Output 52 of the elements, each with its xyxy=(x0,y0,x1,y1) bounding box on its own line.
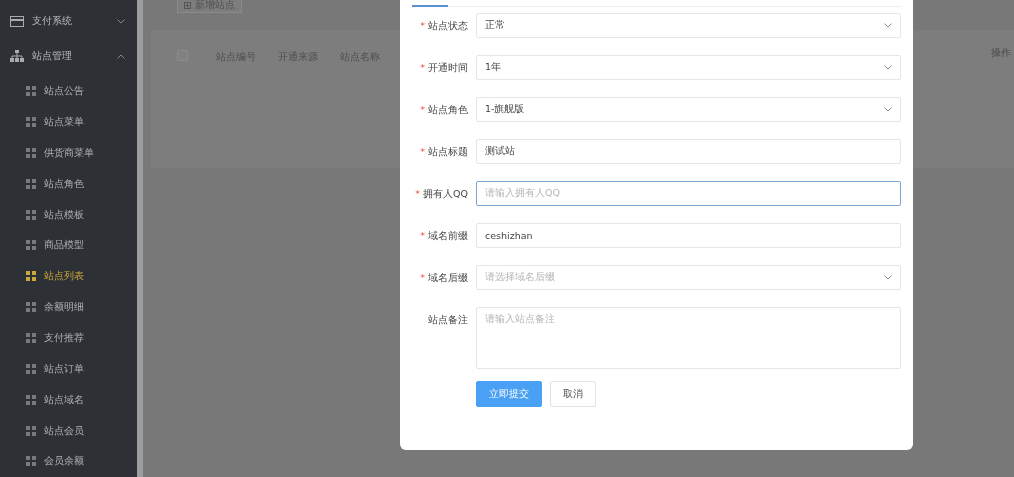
field-label: * 拥有人QQ xyxy=(414,187,469,201)
input-field[interactable]: ceshizhan xyxy=(476,223,901,248)
chevron-down-icon xyxy=(884,107,892,112)
chevron-up-icon xyxy=(117,53,125,59)
grid-icon xyxy=(26,363,36,374)
chevron-down-icon xyxy=(884,275,892,280)
field-label: * 域名后缀 xyxy=(419,271,469,285)
menu-item[interactable]: 站点列表 xyxy=(0,260,137,292)
menu-item[interactable]: 商品模型 xyxy=(0,230,137,261)
field-label: * 域名前缀 xyxy=(419,229,469,243)
grid-icon xyxy=(26,425,36,436)
field-label: * 站点标题 xyxy=(419,145,469,159)
input-field[interactable]: 测试站 xyxy=(476,139,901,164)
menu-item[interactable]: 站点菜单 xyxy=(0,106,137,138)
grid-icon xyxy=(26,302,36,313)
menu-item[interactable]: 站点角色 xyxy=(0,168,137,200)
grid-icon xyxy=(26,86,36,97)
menu-item[interactable]: 支付推荐 xyxy=(0,322,137,354)
grid-icon xyxy=(26,240,36,251)
chevron-down-icon xyxy=(884,65,892,70)
plus-square-icon xyxy=(184,1,191,9)
chevron-down-icon xyxy=(117,18,125,24)
menu-item[interactable]: 站点公告 xyxy=(0,75,137,107)
card-icon xyxy=(10,15,24,27)
grid-icon xyxy=(26,333,36,343)
grid-icon xyxy=(26,271,36,282)
menu-item[interactable]: 站点订单 xyxy=(0,353,137,385)
menu-item[interactable]: 余额明细 xyxy=(0,291,137,323)
select-field[interactable]: 1-旗舰版 xyxy=(476,97,901,122)
field-label: * 站点角色 xyxy=(419,103,469,117)
sitemap-icon xyxy=(10,50,24,63)
tab-indicator xyxy=(412,5,448,7)
grid-icon xyxy=(26,394,36,405)
menu-item[interactable]: 站点会员 xyxy=(0,415,137,447)
grid-icon xyxy=(26,456,36,467)
menu-item[interactable]: 供货商菜单 xyxy=(0,137,137,169)
menu-item[interactable]: 站点域名 xyxy=(0,384,137,416)
grid-icon xyxy=(26,209,36,220)
grid-icon xyxy=(26,178,36,189)
cancel-button[interactable]: 取消 xyxy=(550,381,596,407)
grid-icon xyxy=(26,147,36,158)
select-field[interactable]: 正常 xyxy=(476,13,901,38)
chevron-down-icon xyxy=(884,23,892,28)
select-field[interactable]: 1年 xyxy=(476,55,901,80)
grid-icon xyxy=(26,117,36,127)
field-label: 站点备注 xyxy=(427,313,469,327)
menu-item[interactable]: 站点模板 xyxy=(0,199,137,230)
menu-item[interactable]: 会员余额 xyxy=(0,446,137,477)
menu-group[interactable]: 支付系统 xyxy=(0,6,137,37)
field-label: * 开通时间 xyxy=(419,61,469,75)
menu-group[interactable]: 站点管理 xyxy=(0,40,137,72)
field-label: * 站点状态 xyxy=(419,19,469,33)
